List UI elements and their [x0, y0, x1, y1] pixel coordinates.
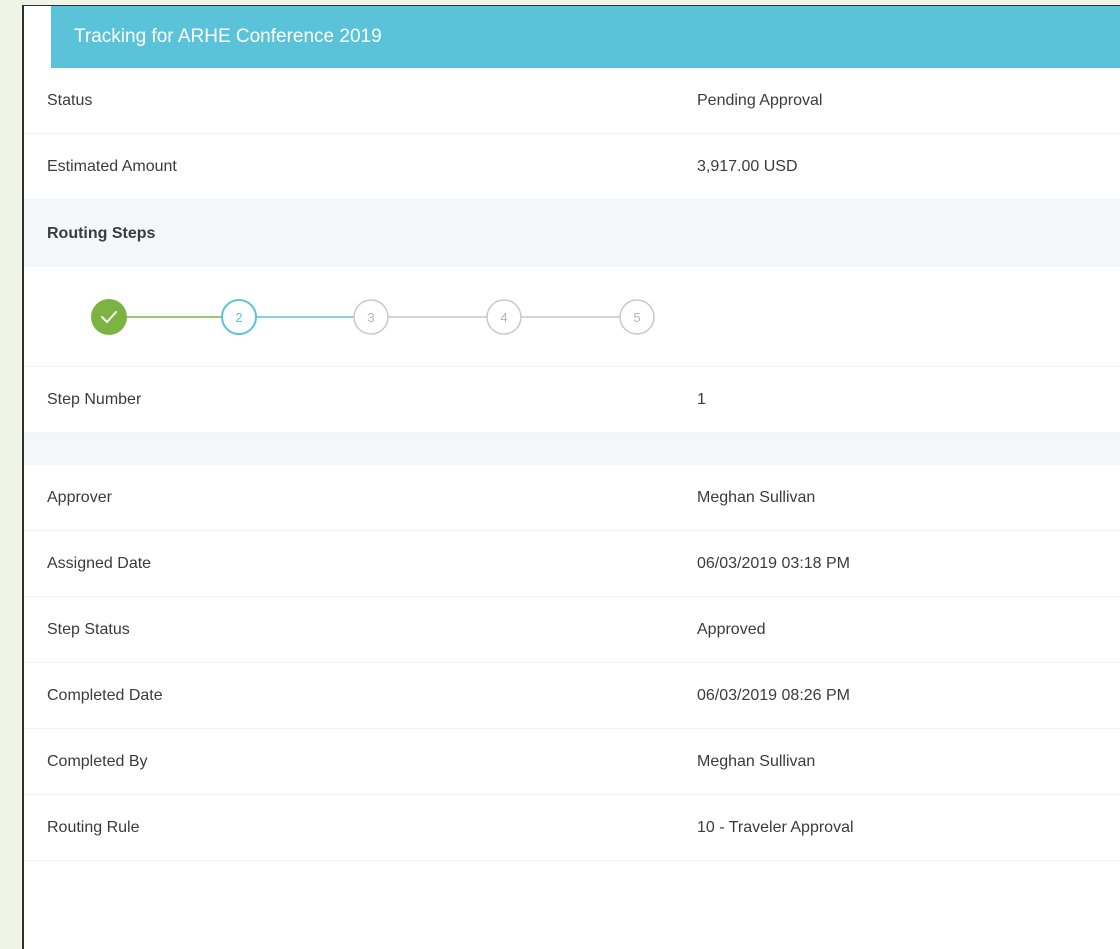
- step-number-label: Step Number: [47, 390, 142, 408]
- panel-header: Tracking for ARHE Conference 2019: [51, 6, 1120, 68]
- completed-date-value: 06/03/2019 08:26 PM: [697, 686, 851, 704]
- assigned-date-value: 06/03/2019 03:18 PM: [697, 554, 851, 572]
- status-label: Status: [47, 91, 93, 109]
- status-row: Status Pending Approval: [24, 68, 1120, 134]
- step-3-pending[interactable]: 3: [353, 299, 389, 335]
- tracking-panel: Tracking for ARHE Conference 2019 Status…: [22, 5, 1120, 949]
- estimated-amount-label: Estimated Amount: [47, 157, 177, 175]
- approver-row: Approver Meghan Sullivan: [24, 465, 1120, 531]
- step-1-completed[interactable]: [91, 299, 127, 335]
- status-value: Pending Approval: [697, 91, 823, 109]
- step-4-number: 4: [500, 310, 507, 325]
- completed-by-label: Completed By: [47, 752, 148, 770]
- assigned-date-row: Assigned Date 06/03/2019 03:18 PM: [24, 531, 1120, 597]
- completed-by-value: Meghan Sullivan: [697, 752, 816, 770]
- stepper-graphic: 2 3 4 5: [91, 299, 655, 335]
- assigned-date-label: Assigned Date: [47, 554, 152, 572]
- completed-date-row: Completed Date 06/03/2019 08:26 PM: [24, 663, 1120, 729]
- routing-rule-row: Routing Rule 10 - Traveler Approval: [24, 795, 1120, 861]
- routing-steps-heading: Routing Steps: [24, 200, 1120, 267]
- step-2-number: 2: [235, 310, 242, 325]
- step-4-pending[interactable]: 4: [486, 299, 522, 335]
- step-3-number: 3: [367, 310, 374, 325]
- step-number-row: Step Number 1: [24, 367, 1120, 433]
- step-status-value: Approved: [697, 620, 766, 638]
- routing-rule-label: Routing Rule: [47, 818, 140, 836]
- routing-stepper: 2 3 4 5: [24, 267, 1120, 367]
- section-divider: [24, 433, 1120, 465]
- completed-by-row: Completed By Meghan Sullivan: [24, 729, 1120, 795]
- routing-steps-title: Routing Steps: [47, 224, 156, 242]
- step-status-row: Step Status Approved: [24, 597, 1120, 663]
- step-5-pending[interactable]: 5: [619, 299, 655, 335]
- step-status-label: Step Status: [47, 620, 130, 638]
- approver-value: Meghan Sullivan: [697, 488, 816, 506]
- approver-label: Approver: [47, 488, 112, 506]
- step-5-number: 5: [633, 310, 640, 325]
- step-number-value: 1: [697, 390, 706, 408]
- panel-title: Tracking for ARHE Conference 2019: [74, 26, 382, 47]
- panel-body: Status Pending Approval Estimated Amount…: [24, 68, 1120, 861]
- window-frame: [0, 0, 22, 949]
- routing-rule-value: 10 - Traveler Approval: [697, 818, 854, 836]
- estimated-amount-row: Estimated Amount 3,917.00 USD: [24, 134, 1120, 200]
- estimated-amount-value: 3,917.00 USD: [697, 157, 798, 175]
- step-2-current[interactable]: 2: [221, 299, 257, 335]
- completed-date-label: Completed Date: [47, 686, 163, 704]
